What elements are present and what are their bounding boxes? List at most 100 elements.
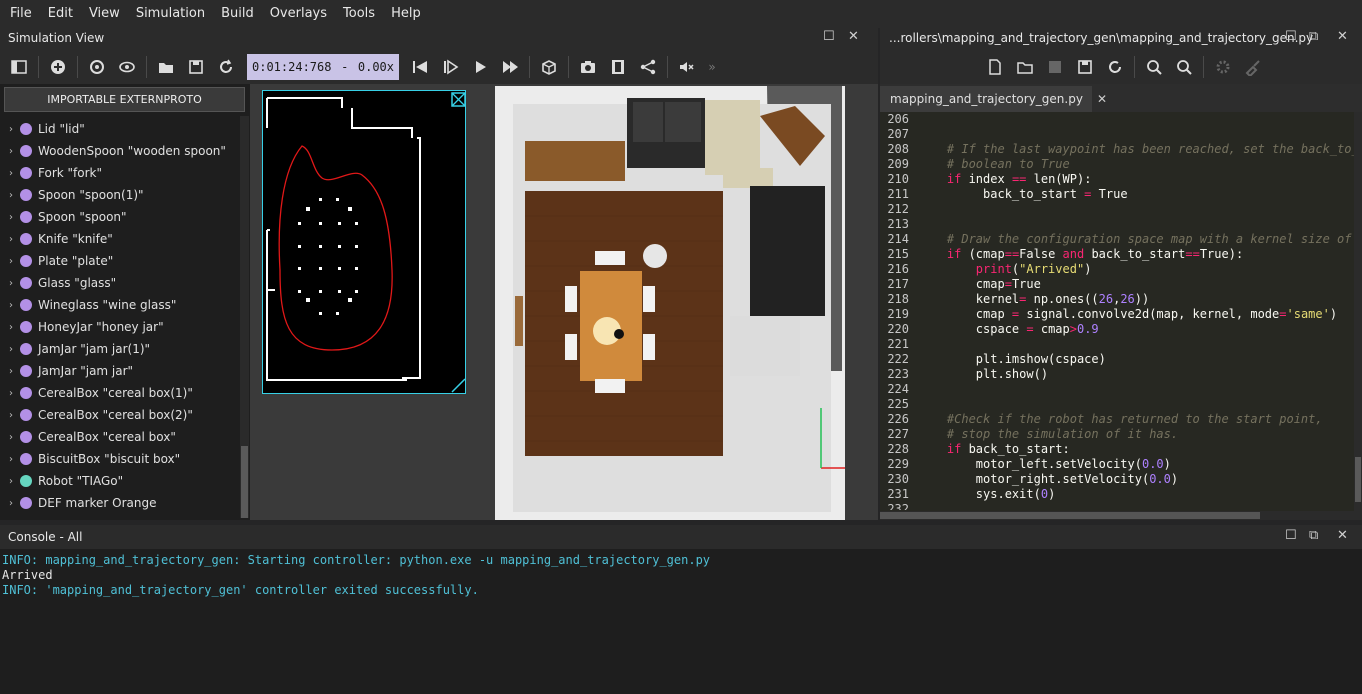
search-replace-icon [1177,60,1192,75]
line-number: 223 [887,367,909,381]
editor-tab[interactable]: mapping_and_trajectory_gen.py ✕ [880,86,1107,112]
map-display-overlay[interactable] [262,90,467,395]
code-horizontal-scrollbar[interactable] [880,511,1354,520]
scene-tree-item-label: Fork "fork" [38,166,103,180]
code-vertical-scrollbar[interactable] [1354,112,1362,520]
open-world-button[interactable] [151,54,181,80]
record-movie-button[interactable] [603,54,633,80]
scene-tree-item[interactable]: › CerealBox "cereal box" [0,426,240,448]
menu-tools[interactable]: Tools [335,0,383,28]
editor-close-button[interactable]: ✕ [1337,29,1348,44]
run-button[interactable] [465,54,495,80]
code-text: cmap=True [918,277,1041,291]
line-number: 224 [887,382,909,396]
proto-node-icon [20,299,32,311]
scene-tree-scrollbar[interactable] [240,116,249,518]
simulation-time-display: 0:01:24:768 - 0.00x [247,54,399,80]
code-text: cspace = cmap>0.9 [918,322,1099,336]
chevron-right-icon[interactable]: › [0,410,22,421]
reload-world-button[interactable] [82,54,112,80]
simulation-view-close-button[interactable]: ✕ [848,29,859,44]
editor-maximize-button[interactable]: ⧉ [1309,29,1318,44]
scene-tree-item[interactable]: › Plate "plate" [0,250,240,272]
3d-view[interactable] [250,84,878,520]
open-file-button[interactable] [1010,54,1040,80]
scene-tree-item[interactable]: › Spoon "spoon(1)" [0,184,240,206]
chevron-right-icon[interactable]: › [0,432,22,443]
chevron-right-icon[interactable]: › [0,300,22,311]
menu-file[interactable]: File [2,0,40,28]
mute-button[interactable] [672,54,702,80]
scene-tree-item[interactable]: › Fork "fork" [0,162,240,184]
rendering-button[interactable] [534,54,564,80]
scene-tree-item[interactable]: › Glass "glass" [0,272,240,294]
chevron-right-icon[interactable]: › [0,234,22,245]
scene-tree-item[interactable]: › HoneyJar "honey jar" [0,316,240,338]
simulation-view-title: Simulation View [8,31,105,45]
fast-forward-button[interactable] [495,54,525,80]
console-float-button[interactable]: ☐ [1285,528,1297,543]
chevron-right-icon[interactable]: › [0,278,22,289]
find-replace-button[interactable] [1169,54,1199,80]
chevron-right-icon[interactable]: › [0,344,22,355]
chevron-right-icon[interactable]: › [0,190,22,201]
console-close-button[interactable]: ✕ [1337,528,1348,543]
console-output[interactable]: INFO: mapping_and_trajectory_gen: Starti… [0,549,1362,694]
clean-button[interactable] [1238,54,1268,80]
chevron-right-icon[interactable]: › [0,366,22,377]
chevron-right-icon[interactable]: › [0,388,22,399]
menu-build[interactable]: Build [213,0,262,28]
revert-button[interactable] [1100,54,1130,80]
new-file-button[interactable] [980,54,1010,80]
line-number: 206 [887,112,909,126]
chevron-right-icon[interactable]: › [0,498,22,509]
scene-tree-item[interactable]: › BiscuitBox "biscuit box" [0,448,240,470]
share-button[interactable] [633,54,663,80]
step-button[interactable] [435,54,465,80]
code-text-area[interactable]: 206 207 208 # If the last waypoint has bee… [880,112,1354,510]
save-file-button[interactable] [1040,54,1070,80]
scene-tree-item[interactable]: › Lid "lid" [0,118,240,140]
scene-tree-item[interactable]: › Spoon "spoon" [0,206,240,228]
menu-overlays[interactable]: Overlays [262,0,335,28]
scene-tree-item[interactable]: › Knife "knife" [0,228,240,250]
scene-tree-item[interactable]: › JamJar "jam jar(1)" [0,338,240,360]
chevron-right-icon[interactable]: › [0,212,22,223]
tab-close-icon[interactable]: ✕ [1097,92,1107,106]
fast-forward-icon [503,61,518,73]
save-all-button[interactable] [1070,54,1100,80]
simulation-view-float-button[interactable]: ☐ [823,29,835,44]
chevron-right-icon[interactable]: › [0,476,22,487]
find-button[interactable] [1139,54,1169,80]
view-button[interactable] [112,54,142,80]
reset-simulation-button[interactable] [405,54,435,80]
save-world-button[interactable] [181,54,211,80]
chevron-right-icon[interactable]: › [0,146,22,157]
menu-simulation[interactable]: Simulation [128,0,213,28]
scene-tree-item[interactable]: › Wineglass "wine glass" [0,294,240,316]
scene-tree-item[interactable]: › WoodenSpoon "wooden spoon" [0,140,240,162]
menu-edit[interactable]: Edit [40,0,81,28]
scene-tree-item[interactable]: › Robot "TIAGo" [0,470,240,492]
editor-float-button[interactable]: ☐ [1285,29,1297,44]
scene-tree-item[interactable]: › JamJar "jam jar" [0,360,240,382]
add-node-button[interactable] [43,54,73,80]
chevron-right-icon[interactable]: › [0,454,22,465]
importable-externproto-button[interactable]: IMPORTABLE EXTERNPROTO [4,87,245,112]
scene-tree-item[interactable]: › DEF marker Orange [0,492,240,514]
menu-view[interactable]: View [81,0,128,28]
scene-tree-item[interactable]: › CerealBox "cereal box(2)" [0,404,240,426]
scene-tree-item[interactable]: › CerealBox "cereal box(1)" [0,382,240,404]
toggle-scene-tree-button[interactable] [4,54,34,80]
chevron-right-icon[interactable]: › [0,256,22,267]
screenshot-button[interactable] [573,54,603,80]
reload-button[interactable] [211,54,241,80]
chevron-right-icon[interactable]: › [0,168,22,179]
toolbar-overflow-chevron-icon[interactable]: » [702,54,722,80]
build-button[interactable] [1208,54,1238,80]
console-maximize-button[interactable]: ⧉ [1309,528,1318,543]
scene-tree-item-label: Glass "glass" [38,276,117,290]
chevron-right-icon[interactable]: › [0,124,22,135]
menu-help[interactable]: Help [383,0,429,28]
chevron-right-icon[interactable]: › [0,322,22,333]
